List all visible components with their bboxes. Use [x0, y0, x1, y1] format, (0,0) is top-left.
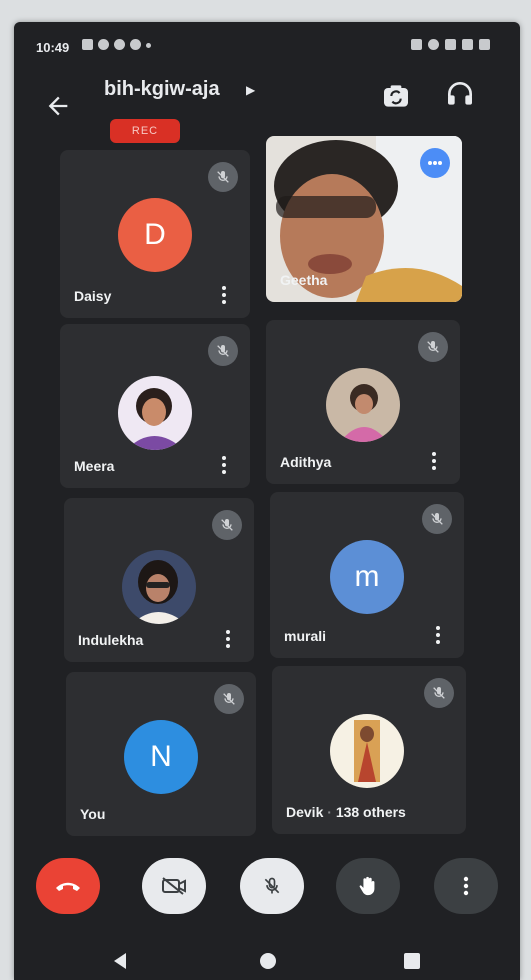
more-options-icon [463, 876, 469, 896]
end-call-button[interactable] [36, 858, 100, 914]
mic-muted-icon [212, 510, 242, 540]
switch-camera-icon[interactable] [380, 80, 412, 112]
signal-icon [462, 39, 473, 50]
mic-muted-icon [214, 684, 244, 714]
mic-muted-icon [424, 678, 454, 708]
wifi-icon [445, 39, 456, 50]
mic-muted-icon [208, 162, 238, 192]
camera-toggle-button[interactable] [142, 858, 206, 914]
participant-name: Meera [74, 458, 115, 474]
participant-name: You [80, 806, 106, 822]
mic-off-icon [264, 877, 280, 894]
speaking-indicator-icon [420, 148, 450, 178]
participant-tile-geetha[interactable]: Geetha [266, 136, 462, 302]
raise-hand-button[interactable] [336, 858, 400, 914]
tile-menu-icon[interactable] [436, 626, 440, 644]
hand-raise-icon [359, 876, 375, 896]
avatar-photo [118, 376, 192, 450]
tile-menu-icon[interactable] [222, 286, 226, 304]
participant-tile-murali[interactable]: m murali [270, 492, 464, 658]
participant-tile-adithya[interactable]: Adithya [266, 320, 460, 484]
mic-muted-icon [418, 332, 448, 362]
avatar-photo [326, 368, 400, 442]
participant-tile-you[interactable]: N You [66, 672, 256, 836]
tile-menu-icon[interactable] [226, 630, 230, 648]
participant-name: Geetha [280, 272, 328, 288]
battery-icon [479, 39, 490, 50]
avatar: N [124, 720, 198, 794]
status-time: 10:49 [36, 40, 70, 55]
avatar: m [330, 540, 404, 614]
phone-screen: 10:49 bih-kgiw-aja ▶ REC D Daisy Geetha … [14, 22, 520, 980]
participant-tile-meera[interactable]: Meera [60, 324, 250, 488]
caret-right-icon[interactable]: ▶ [246, 83, 255, 97]
participant-name: Devik · 138 others [286, 804, 406, 820]
participant-name-truncated: Devik [286, 804, 324, 820]
participant-name: Indulekha [78, 632, 144, 648]
headphones-icon[interactable] [444, 78, 476, 110]
mic-muted-icon [422, 504, 452, 534]
participant-name: Daisy [74, 288, 112, 304]
notification-icons [82, 39, 151, 50]
avatar-photo [122, 550, 196, 624]
avatar: D [118, 198, 192, 272]
others-count: 138 others [335, 804, 406, 820]
status-bar: 10:49 [14, 22, 520, 64]
participant-name: Adithya [280, 454, 332, 470]
notification-icon [82, 39, 93, 50]
system-nav-bar [14, 927, 520, 980]
more-options-button[interactable] [434, 858, 498, 914]
mic-toggle-button[interactable] [240, 858, 304, 914]
back-arrow-icon[interactable] [44, 92, 72, 120]
mic-muted-icon [208, 336, 238, 366]
tile-menu-icon[interactable] [432, 452, 436, 470]
vibrate-icon [411, 39, 422, 50]
nav-back-icon[interactable] [110, 951, 130, 971]
headset-icon [428, 39, 439, 50]
facebook-icon [130, 39, 141, 50]
participant-tile-daisy[interactable]: D Daisy [60, 150, 250, 318]
participant-tile-others[interactable]: Devik · 138 others [272, 666, 466, 834]
nav-recents-icon[interactable] [402, 951, 422, 971]
whatsapp-icon [98, 39, 109, 50]
participant-tile-indulekha[interactable]: Indulekha [64, 498, 254, 662]
avatar-photo [330, 714, 404, 788]
camera-off-icon [162, 877, 186, 895]
recording-badge: REC [110, 119, 180, 143]
tile-menu-icon[interactable] [222, 456, 226, 474]
facebook-icon [114, 39, 125, 50]
system-icons [411, 39, 490, 50]
meeting-code[interactable]: bih-kgiw-aja [104, 78, 220, 101]
phone-end-icon [56, 882, 80, 891]
nav-home-icon[interactable] [258, 951, 278, 971]
more-notifications-icon [146, 43, 151, 48]
participant-name: murali [284, 628, 327, 644]
